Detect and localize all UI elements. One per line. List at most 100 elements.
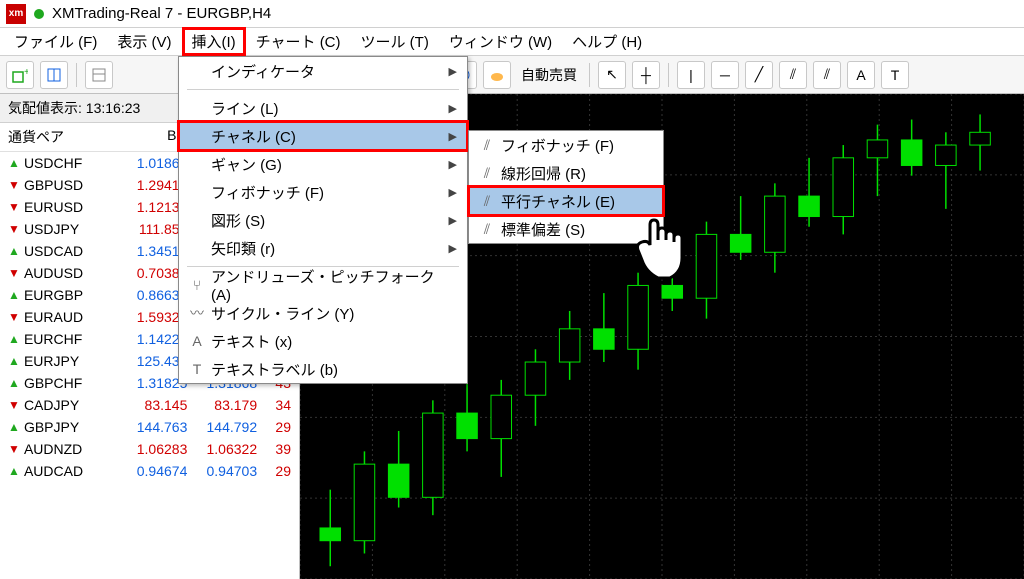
direction-icon	[8, 420, 24, 434]
insert-menu[interactable]: インディケータ▶ライン (L)▶チャネル (C)▶ギャン (G)▶フィボナッチ …	[178, 56, 468, 384]
menu-1[interactable]: 表示 (V)	[107, 27, 181, 56]
menu-item[interactable]: ⫽平行チャネル (E)	[469, 187, 663, 215]
profiles-button[interactable]	[40, 61, 68, 89]
bid: 1.29412	[118, 177, 188, 193]
menu-item-label: 標準偏差 (S)	[501, 219, 653, 240]
direction-icon	[8, 376, 24, 390]
menu-item-icon: T	[183, 361, 211, 377]
menu-item[interactable]: 矢印類 (r)▶	[179, 234, 467, 262]
svg-text:+: +	[24, 67, 28, 78]
symbol: EURAUD	[24, 309, 118, 325]
bid: 0.94674	[118, 463, 188, 479]
menu-item[interactable]: ⑂アンドリューズ・ピッチフォーク (A)	[179, 271, 467, 299]
direction-icon	[8, 266, 24, 280]
menu-item-label: 図形 (S)	[211, 210, 449, 231]
symbol: USDJPY	[24, 221, 118, 237]
direction-icon	[8, 332, 24, 346]
menu-4[interactable]: ツール (T)	[351, 27, 439, 56]
market-watch-row[interactable]: CADJPY83.14583.17934	[0, 394, 299, 416]
menu-item-label: インディケータ	[211, 61, 449, 82]
status-dot-icon	[34, 9, 44, 19]
menu-6[interactable]: ヘルプ (H)	[562, 27, 652, 56]
bid: 1.12133	[118, 199, 188, 215]
direction-icon	[8, 222, 24, 236]
menu-item-label: 矢印類 (r)	[211, 238, 449, 259]
menu-item-label: テキストラベル (b)	[211, 359, 457, 380]
direction-icon	[8, 156, 24, 170]
menu-item[interactable]: ⫽フィボナッチ (F)	[469, 131, 663, 159]
menu-item-icon: ⑂	[183, 277, 211, 293]
menu-item[interactable]: ギャン (G)▶	[179, 150, 467, 178]
submenu-arrow-icon: ▶	[449, 102, 457, 115]
bid: 0.70387	[118, 265, 188, 281]
toolbar-separator	[589, 63, 590, 87]
direction-icon	[8, 442, 24, 456]
hline-button[interactable]: ─	[711, 61, 739, 89]
direction-icon	[8, 288, 24, 302]
market-watch-row[interactable]: AUDNZD1.062831.0632239	[0, 438, 299, 460]
col-symbol: 通貨ペア	[8, 127, 118, 147]
menu-item-icon: ⫽	[473, 193, 501, 210]
new-chart-button[interactable]: +	[6, 61, 34, 89]
menu-item[interactable]: チャネル (C)▶	[179, 122, 467, 150]
bid: 1.59324	[118, 309, 188, 325]
submenu-arrow-icon: ▶	[449, 65, 457, 78]
menu-2[interactable]: 挿入(I)	[182, 27, 246, 56]
trendline-button[interactable]: ╱	[745, 61, 773, 89]
bid: 125.435	[118, 353, 188, 369]
symbol: EURGBP	[24, 287, 118, 303]
market-watch-button[interactable]	[85, 61, 113, 89]
menu-bar: ファイル (F)表示 (V)挿入(I)チャート (C)ツール (T)ウィンドウ …	[0, 28, 1024, 56]
bid: 0.86637	[118, 287, 188, 303]
bid: 1.01861	[118, 155, 188, 171]
fib-button[interactable]: ⫽	[813, 61, 841, 89]
menu-item-label: テキスト (x)	[211, 331, 457, 352]
menu-item-label: 線形回帰 (R)	[501, 163, 653, 184]
direction-icon	[8, 398, 24, 412]
channel-submenu[interactable]: ⫽フィボナッチ (F)⫽線形回帰 (R)⫽平行チャネル (E)⫽標準偏差 (S)	[468, 130, 664, 244]
menu-item-icon: A	[183, 333, 211, 349]
market-watch-row[interactable]: GBPJPY144.763144.79229	[0, 416, 299, 438]
menu-item[interactable]: フィボナッチ (F)▶	[179, 178, 467, 206]
menu-item[interactable]: ⫽線形回帰 (R)	[469, 159, 663, 187]
menu-item-label: アンドリューズ・ピッチフォーク (A)	[211, 266, 457, 304]
text-button[interactable]: A	[847, 61, 875, 89]
vline-button[interactable]: |	[677, 61, 705, 89]
label-button[interactable]: T	[881, 61, 909, 89]
symbol: GBPUSD	[24, 177, 118, 193]
symbol: AUDNZD	[24, 441, 118, 457]
menu-item-icon: 〰	[183, 303, 211, 323]
ask: 1.06322	[187, 441, 257, 457]
direction-icon	[8, 310, 24, 324]
channel-button[interactable]: ⫽	[779, 61, 807, 89]
bid: 1.31825	[118, 375, 188, 391]
menu-item[interactable]: ⫽標準偏差 (S)	[469, 215, 663, 243]
symbol: USDCAD	[24, 243, 118, 259]
menu-item[interactable]: ライン (L)▶	[179, 94, 467, 122]
spread: 34	[257, 397, 291, 413]
submenu-arrow-icon: ▶	[449, 130, 457, 143]
crosshair-button[interactable]: ┼	[632, 61, 660, 89]
menu-item-label: 平行チャネル (E)	[501, 191, 653, 212]
menu-0[interactable]: ファイル (F)	[4, 27, 107, 56]
menu-3[interactable]: チャート (C)	[246, 27, 351, 56]
auto-trade-label[interactable]: 自動売買	[517, 65, 581, 85]
market-watch-row[interactable]: AUDCAD0.946740.9470329	[0, 460, 299, 482]
symbol: GBPJPY	[24, 419, 118, 435]
submenu-arrow-icon: ▶	[449, 214, 457, 227]
bid: 144.763	[118, 419, 188, 435]
cloud-button[interactable]	[483, 61, 511, 89]
cursor-button[interactable]: ↖	[598, 61, 626, 89]
menu-5[interactable]: ウィンドウ (W)	[439, 27, 562, 56]
menu-item[interactable]: Aテキスト (x)	[179, 327, 467, 355]
menu-item[interactable]: 〰サイクル・ライン (Y)	[179, 299, 467, 327]
menu-item[interactable]: インディケータ▶	[179, 57, 467, 85]
menu-item[interactable]: Tテキストラベル (b)	[179, 355, 467, 383]
symbol: EURUSD	[24, 199, 118, 215]
symbol: EURCHF	[24, 331, 118, 347]
menu-item-icon: ⫽	[473, 137, 501, 154]
symbol: AUDCAD	[24, 463, 118, 479]
menu-item-label: ライン (L)	[211, 98, 449, 119]
app-icon: xm	[6, 4, 26, 24]
menu-item[interactable]: 図形 (S)▶	[179, 206, 467, 234]
